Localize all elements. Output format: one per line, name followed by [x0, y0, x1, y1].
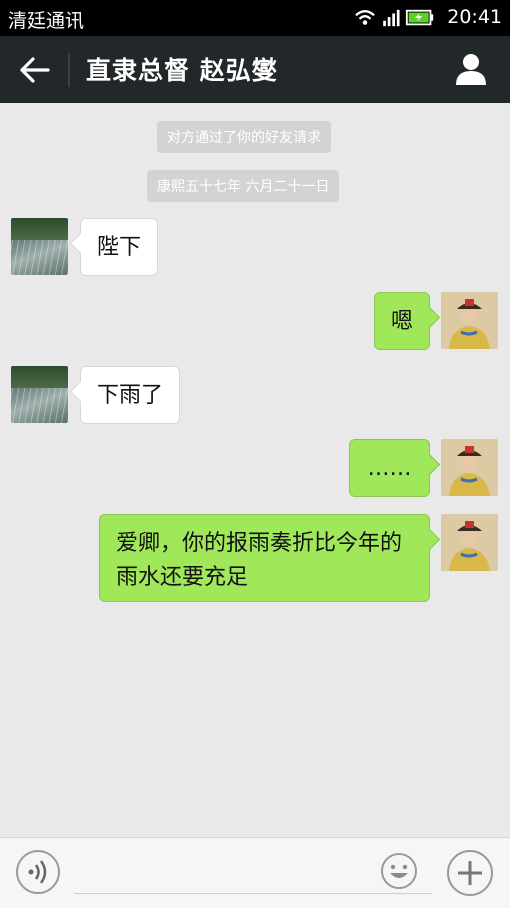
wifi-icon	[355, 10, 375, 25]
carrier-name: 清廷通讯	[8, 10, 85, 32]
message-input[interactable]	[74, 893, 432, 894]
emperor-avatar[interactable]	[441, 439, 498, 496]
input-bar	[0, 837, 510, 908]
chat-title-bar: 直隶总督 赵弘燮	[0, 36, 510, 103]
emperor-portrait	[441, 439, 498, 496]
status-icons	[355, 9, 434, 27]
chat-title: 直隶总督 赵弘燮	[86, 56, 278, 85]
date-stamp: 康熙五十七年 六月二十一日	[147, 170, 340, 202]
message-bubble[interactable]: 嗯	[374, 292, 430, 350]
back-arrow-icon[interactable]	[18, 54, 52, 86]
system-notice: 对方通过了你的好友请求	[157, 121, 331, 153]
signal-icon	[383, 9, 400, 27]
clock: 20:41	[447, 6, 502, 28]
emperor-portrait	[441, 292, 498, 349]
emperor-avatar[interactable]	[441, 292, 498, 349]
voice-icon	[28, 860, 47, 884]
plus-icon	[458, 861, 482, 885]
rain-avatar[interactable]	[11, 366, 68, 423]
chat-area[interactable]: 对方通过了你的好友请求 康熙五十七年 六月二十一日 陛下 嗯 下雨了 …… 爱卿…	[0, 103, 510, 837]
emperor-avatar[interactable]	[441, 514, 498, 571]
person-icon[interactable]	[454, 52, 488, 86]
plus-button[interactable]	[447, 850, 493, 896]
battery-icon	[405, 9, 434, 26]
title-divider	[68, 53, 70, 87]
emoji-icon[interactable]	[380, 852, 418, 890]
message-bubble[interactable]: 爱卿，你的报雨奏折比今年的 雨水还要充足	[99, 514, 430, 602]
status-bar: 清廷通讯 20:41	[0, 0, 510, 36]
rain-avatar[interactable]	[11, 218, 68, 275]
message-bubble[interactable]: 陛下	[80, 218, 158, 276]
message-bubble[interactable]: ……	[349, 439, 430, 497]
emperor-portrait	[441, 514, 498, 571]
voice-button[interactable]	[16, 850, 60, 894]
message-bubble[interactable]: 下雨了	[80, 366, 180, 424]
